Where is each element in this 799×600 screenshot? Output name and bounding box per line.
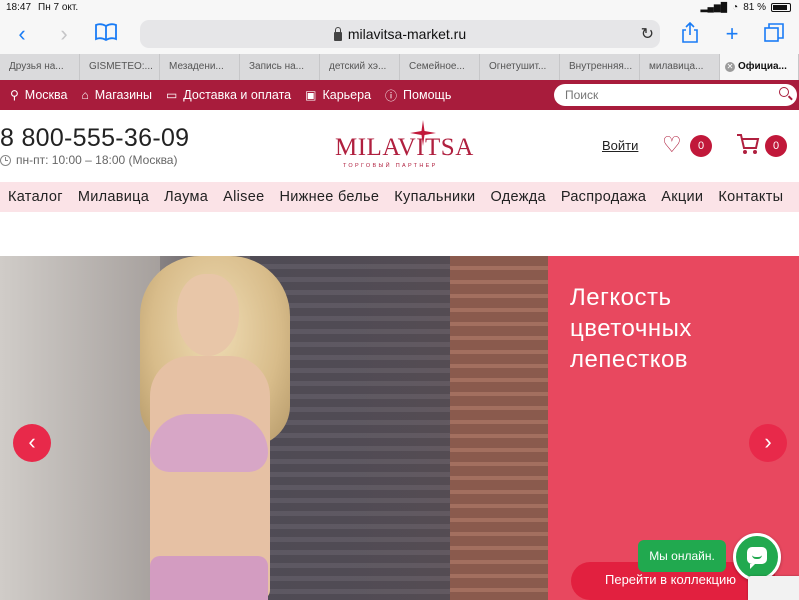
category-promotions[interactable]: Акции <box>661 189 703 205</box>
battery-icon <box>771 3 791 12</box>
model-lingerie-top <box>150 414 268 472</box>
browser-tab[interactable]: детский хэ... <box>320 54 400 80</box>
logo-wordmark: MILAVITSA <box>335 134 474 161</box>
help-label: Помощь <box>403 88 452 102</box>
career-label: Карьера <box>322 88 372 102</box>
site-logo[interactable]: MILAVITSA ТОРГОВЫЙ ПАРТНЕР <box>335 120 473 172</box>
active-tab-label: Официа... <box>738 61 787 72</box>
slider-prev-button[interactable]: ‹ <box>13 424 51 462</box>
url-text: milavitsa-market.ru <box>347 26 467 42</box>
delivery-link[interactable]: ▭ Доставка и оплата <box>166 88 291 102</box>
card-icon: ▭ <box>165 88 178 102</box>
share-box-icon <box>682 21 698 43</box>
stores-label: Магазины <box>94 88 152 102</box>
category-sale[interactable]: Распродажа <box>561 189 646 205</box>
status-bar: 18:47 Пн 7 окт. ▂▄▆█ ◔ 81 % <box>0 0 799 16</box>
category-lauma[interactable]: Лаума <box>164 189 208 205</box>
category-catalog[interactable]: Каталог <box>8 189 63 205</box>
chat-online-label[interactable]: Мы онлайн. <box>638 540 726 572</box>
browser-tab-active[interactable]: ✕ Официа... <box>720 54 799 80</box>
hero-background-brick <box>450 256 560 600</box>
browser-tab[interactable]: милавица... <box>640 54 720 80</box>
slider-next-button[interactable]: › <box>749 424 787 462</box>
cart-icon[interactable] <box>736 132 760 156</box>
category-lingerie[interactable]: Нижнее белье <box>279 189 379 205</box>
battery-percent: 81 % <box>743 2 766 13</box>
address-bar[interactable]: milavitsa-market.ru ↻ <box>140 20 660 48</box>
browser-toolbar: ‹ › milavitsa-market.ru ↻ + <box>0 16 799 54</box>
signal-icon: ▂▄▆█ <box>700 2 728 12</box>
tabs-overview-icon[interactable] <box>760 22 788 46</box>
forward-icon[interactable]: › <box>50 22 78 46</box>
login-link[interactable]: Войти <box>602 138 638 153</box>
open-book-icon <box>95 23 117 42</box>
city-label: Москва <box>24 88 68 102</box>
share-icon[interactable] <box>676 21 704 46</box>
category-milavitsa[interactable]: Милавица <box>78 189 149 205</box>
work-hours-text: пн-пт: 10:00 – 18:00 (Москва) <box>16 153 178 167</box>
help-link[interactable]: ⓘ Помощь <box>385 87 451 104</box>
browser-tabs: Друзья на... GISMETEO:... Мезадени... За… <box>0 54 799 80</box>
wifi-icon: ◔ <box>732 2 739 13</box>
browser-tab[interactable]: Огнетушит... <box>480 54 560 80</box>
help-icon: ⓘ <box>385 88 398 103</box>
browser-tab[interactable]: Друзья на... <box>0 54 80 80</box>
status-time: 18:47 <box>6 2 32 13</box>
model-lingerie-bottom <box>150 556 268 600</box>
stores-link[interactable]: ⌂ Магазины <box>81 88 151 102</box>
category-alisee[interactable]: Alisee <box>223 189 264 205</box>
top-nav: ⚲ Москва ⌂ Магазины ▭ Доставка и оплата … <box>0 80 799 110</box>
tabs-icon <box>764 23 784 42</box>
location-pin-icon: ⚲ <box>10 88 19 102</box>
status-date: Пн 7 окт. <box>38 2 79 13</box>
category-contacts[interactable]: Контакты <box>718 189 783 205</box>
category-swimwear[interactable]: Купальники <box>394 189 475 205</box>
close-tab-icon[interactable]: ✕ <box>725 62 735 72</box>
lock-icon <box>333 26 342 41</box>
chat-button[interactable] <box>733 533 781 581</box>
favorites-icon[interactable]: ♡ <box>662 134 682 156</box>
back-icon[interactable]: ‹ <box>8 22 36 46</box>
hero-title: Легкость цветочных лепестков <box>570 284 692 373</box>
model-face <box>177 274 239 356</box>
category-clothing[interactable]: Одежда <box>490 189 545 205</box>
search-icon[interactable] <box>779 87 789 97</box>
search-input[interactable] <box>554 84 797 106</box>
delivery-label: Доставка и оплата <box>183 88 292 102</box>
status-right: ▂▄▆█ ◔ 81 % <box>701 2 791 13</box>
browser-tab[interactable]: Внутренняя... <box>560 54 640 80</box>
briefcase-icon: ▣ <box>305 88 317 102</box>
browser-tab[interactable]: Запись на... <box>240 54 320 80</box>
work-hours: пн-пт: 10:00 – 18:00 (Москва) <box>0 153 177 167</box>
reload-icon[interactable]: ↻ <box>641 24 654 44</box>
category-nav: Каталог Милавица Лаума Alisee Нижнее бел… <box>0 182 799 212</box>
clock-icon <box>0 154 11 166</box>
career-link[interactable]: ▣ Карьера <box>305 88 371 102</box>
bookmarks-icon[interactable] <box>92 22 120 46</box>
favorites-count-badge: 0 <box>690 135 712 157</box>
phone-number[interactable]: 8 800-555-36-09 <box>0 124 189 153</box>
browser-tab[interactable]: Семейное... <box>400 54 480 80</box>
site-header: 8 800-555-36-09 пн-пт: 10:00 – 18:00 (Мо… <box>0 110 799 182</box>
browser-tab[interactable]: GISMETEO:... <box>80 54 160 80</box>
logo-tagline: ТОРГОВЫЙ ПАРТНЕР <box>343 163 438 169</box>
store-icon: ⌂ <box>81 88 89 102</box>
city-selector[interactable]: ⚲ Москва <box>10 88 67 102</box>
cart-count-badge: 0 <box>765 135 787 157</box>
browser-tab[interactable]: Мезадени... <box>160 54 240 80</box>
new-tab-icon[interactable]: + <box>718 22 746 46</box>
recaptcha-badge <box>748 576 799 600</box>
